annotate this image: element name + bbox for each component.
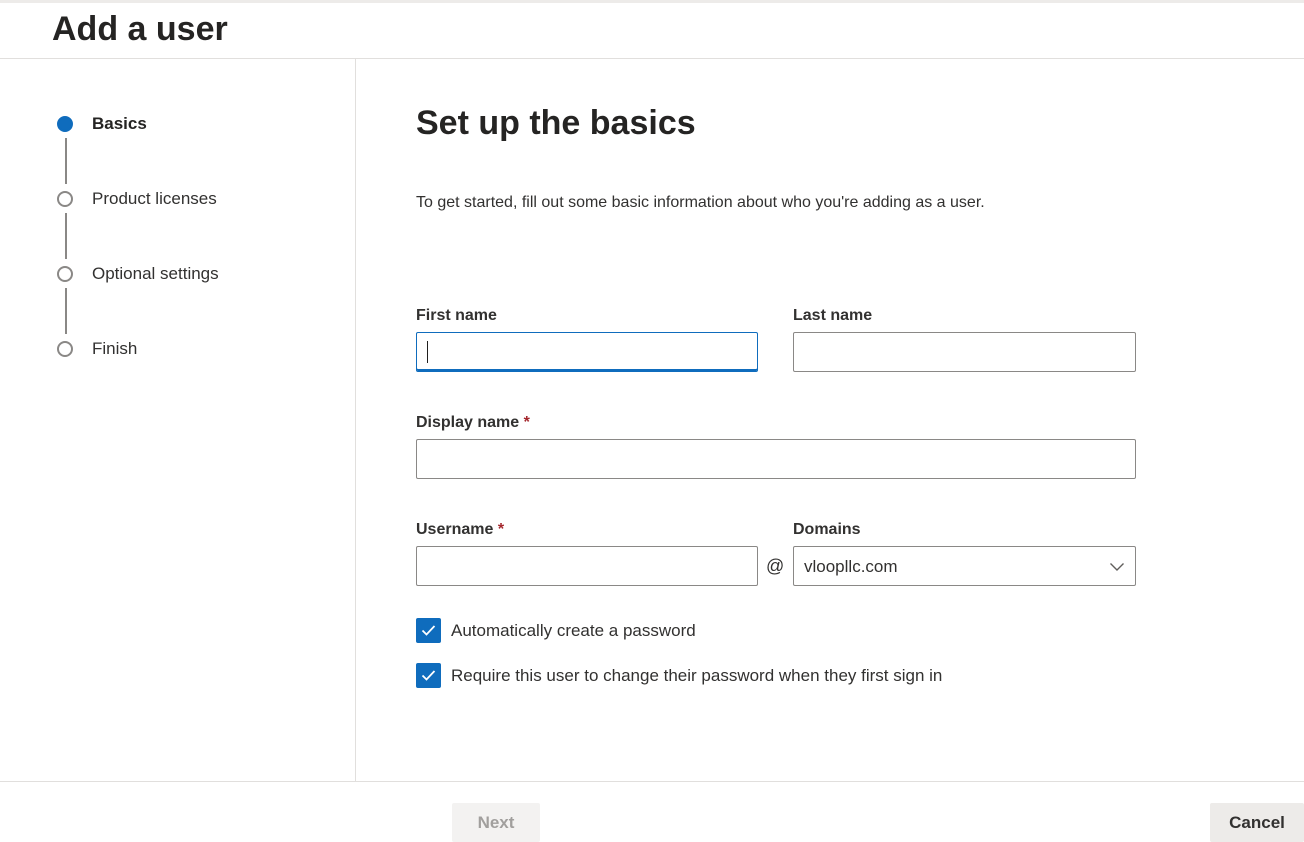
require-change-password-label[interactable]: Require this user to change their passwo… <box>451 665 942 687</box>
next-button[interactable]: Next <box>452 803 540 842</box>
step-connector <box>65 138 67 184</box>
text-caret <box>427 341 428 363</box>
required-marker: * <box>497 521 505 538</box>
step-optional-settings-indicator <box>57 266 73 282</box>
cancel-button[interactable]: Cancel <box>1210 803 1304 842</box>
username-label: Username <box>416 521 494 538</box>
top-strip <box>0 0 1304 3</box>
at-symbol: @ <box>766 556 785 576</box>
step-product-licenses[interactable]: Product licenses <box>92 188 217 210</box>
section-heading: Set up the basics <box>416 104 696 142</box>
first-name-label: First name <box>416 307 497 324</box>
step-finish[interactable]: Finish <box>92 338 137 360</box>
checkmark-icon <box>421 670 436 681</box>
auto-password-label[interactable]: Automatically create a password <box>451 620 696 642</box>
first-name-input[interactable] <box>416 332 758 372</box>
header-divider <box>0 58 1304 59</box>
chevron-down-icon <box>1110 563 1124 571</box>
display-name-input[interactable] <box>416 439 1136 479</box>
username-input[interactable] <box>416 546 758 586</box>
require-change-password-checkbox[interactable] <box>416 663 441 688</box>
username-label-row: Username * <box>416 519 504 541</box>
intro-text: To get started, fill out some basic info… <box>416 194 985 211</box>
auto-password-checkbox[interactable] <box>416 618 441 643</box>
step-basics-indicator <box>57 116 73 132</box>
step-basics[interactable]: Basics <box>92 113 147 135</box>
display-name-label: Display name <box>416 414 520 431</box>
domains-dropdown[interactable]: vloopllc.com <box>793 546 1136 586</box>
checkmark-icon <box>421 625 436 636</box>
last-name-input[interactable] <box>793 332 1136 372</box>
display-name-label-row: Display name * <box>416 412 530 434</box>
step-connector <box>65 288 67 334</box>
page-title: Add a user <box>52 10 228 48</box>
step-product-licenses-indicator <box>57 191 73 207</box>
step-optional-settings[interactable]: Optional settings <box>92 263 219 285</box>
domains-label: Domains <box>793 521 861 538</box>
step-connector <box>65 213 67 259</box>
required-marker: * <box>523 414 530 431</box>
last-name-label: Last name <box>793 307 873 324</box>
left-panel-divider <box>355 59 356 781</box>
domains-selected-value: vloopllc.com <box>804 557 898 576</box>
step-finish-indicator <box>57 341 73 357</box>
footer-divider <box>0 781 1304 782</box>
